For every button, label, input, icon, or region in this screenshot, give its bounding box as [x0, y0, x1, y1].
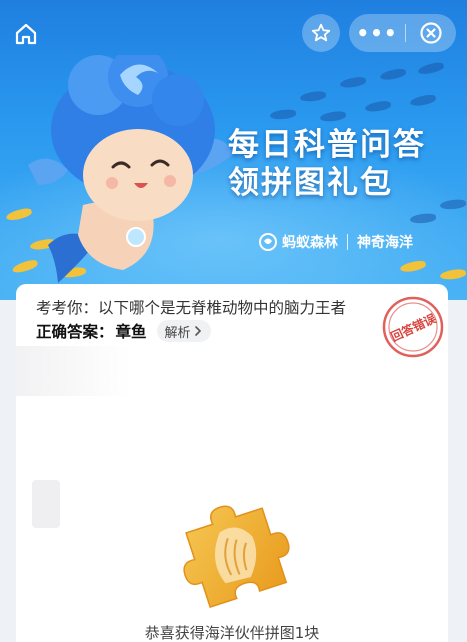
header-banner: 每日科普问答 领拼图礼包 蚂蚁森林 神奇海洋 ••• — [0, 0, 467, 300]
question-text: 考考你：以下哪个是无脊椎动物中的脑力王者 — [36, 299, 347, 317]
more-button[interactable]: ••• — [349, 14, 405, 52]
fish-decoration — [364, 99, 392, 114]
fish-decoration — [339, 75, 367, 90]
brand-row: 蚂蚁森林 神奇海洋 — [258, 230, 413, 254]
banner-title: 每日科普问答 领拼图礼包 — [228, 126, 458, 202]
star-icon — [311, 23, 331, 42]
close-button[interactable] — [406, 14, 456, 52]
explanation-button[interactable]: 解析 — [156, 320, 211, 342]
favorite-button[interactable] — [302, 14, 340, 52]
brand-secondary: 神奇海洋 — [357, 235, 413, 251]
reward-text: 恭喜获得海洋伙伴拼图1块 — [144, 624, 320, 642]
explanation-label: 解析 — [164, 325, 191, 341]
fish-decoration — [379, 67, 407, 82]
puzzle-piece-icon — [183, 505, 290, 609]
quiz-result-card: 考考你：以下哪个是无脊椎动物中的脑力王者 正确答案： 章鱼 解析 回答错误 恭喜… — [16, 284, 448, 642]
fish-decoration — [319, 110, 347, 123]
blank-placeholder — [32, 480, 60, 528]
answer-value: 章鱼 — [115, 323, 147, 341]
banner-title-line1: 每日科普问答 — [228, 127, 426, 163]
ant-forest-logo-icon — [258, 232, 278, 252]
close-circle-icon — [420, 22, 442, 44]
home-icon — [15, 23, 37, 45]
chevron-right-icon — [194, 326, 201, 336]
svg-text:回答错误: 回答错误 — [388, 310, 439, 344]
answer-label: 正确答案： — [36, 323, 114, 341]
fish-decoration — [409, 93, 437, 108]
mini-program-capsule: ••• — [349, 14, 456, 52]
fish-decoration — [269, 108, 297, 121]
brand-primary: 蚂蚁森林 — [282, 235, 338, 251]
blank-placeholder — [16, 346, 131, 396]
fish-decoration — [417, 60, 445, 77]
fish-decoration — [299, 90, 327, 103]
banner-title-line2: 领拼图礼包 — [228, 165, 393, 201]
mascot-illustration — [28, 55, 233, 283]
answer-row: 正确答案： 章鱼 解析 — [36, 320, 211, 342]
brand-divider — [347, 234, 348, 250]
home-button[interactable] — [12, 20, 40, 48]
wrong-answer-stamp: 回答错误 — [382, 296, 444, 358]
